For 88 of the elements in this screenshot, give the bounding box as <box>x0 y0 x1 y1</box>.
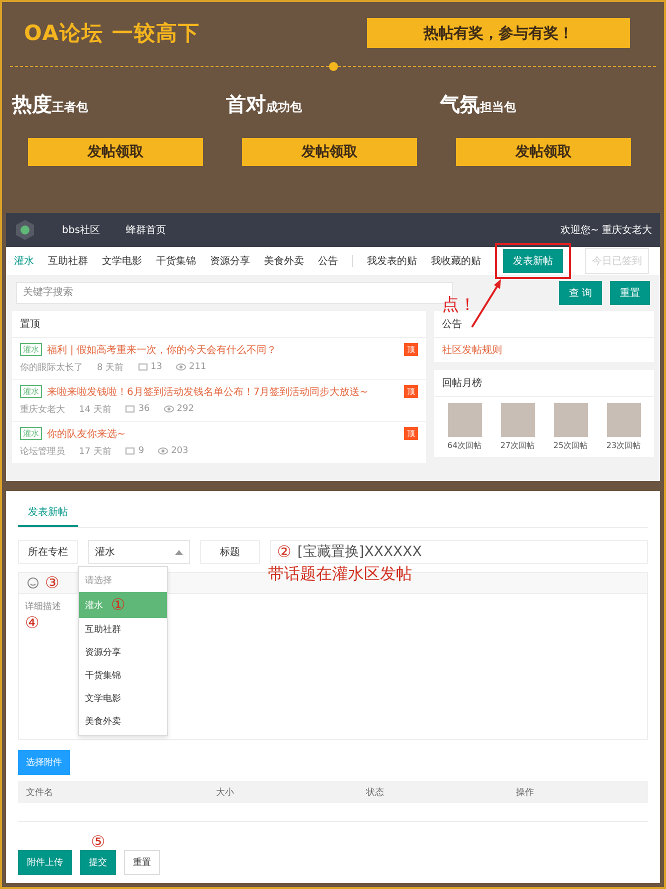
claim-button[interactable]: 发帖领取 <box>242 138 417 166</box>
column-header: 文件名 <box>26 786 54 798</box>
dropdown-option[interactable]: 互助社群 <box>79 618 167 641</box>
reply-count: 13 <box>150 362 162 372</box>
claim-button[interactable]: 发帖领取 <box>456 138 631 166</box>
post-time: 8 天前 <box>97 362 124 374</box>
comment-icon <box>138 363 148 372</box>
my-posts-link[interactable]: 我收藏的贴 <box>431 254 481 268</box>
reward-title: 热度王者包 <box>12 91 89 118</box>
post-author: 重庆女老大 <box>20 404 65 416</box>
step-mark: ④ <box>25 615 40 631</box>
post-title[interactable]: 你的队友你来选~ <box>47 426 126 441</box>
view-count: 211 <box>189 362 206 372</box>
field-label: 所在专栏 <box>18 540 78 564</box>
post-time: 17 天前 <box>79 446 112 458</box>
reply-count: 36 <box>138 404 150 414</box>
reply-count: 25次回帖 <box>553 440 588 451</box>
nav-link[interactable]: bbs社区 <box>62 222 100 237</box>
dropdown-option[interactable]: 干货集锦 <box>79 664 167 687</box>
pinned-badge: 顶 <box>404 427 418 440</box>
caret-icon <box>175 550 183 554</box>
eye-icon <box>158 447 168 456</box>
field-label: 标题 <box>200 540 260 564</box>
welcome-text: 欢迎您~ 重庆女老大 <box>560 224 652 237</box>
dropdown-option[interactable]: 美食外卖 <box>79 710 167 733</box>
category-select[interactable]: 灌水 <box>88 540 190 564</box>
reset-button[interactable]: 重置 <box>610 280 650 305</box>
nav-link[interactable]: 蜂群首页 <box>126 222 166 237</box>
dropdown-option[interactable]: 文学电影 <box>79 687 167 710</box>
step-mark: ② <box>277 544 292 560</box>
banner-title: OA论坛 一较高下 <box>24 20 200 47</box>
reply-count: 23次回帖 <box>606 440 641 451</box>
post-title[interactable]: 福利 | 假如高考重来一次，你的今天会有什么不同？ <box>47 342 277 357</box>
post-title[interactable]: 来啦来啦发钱啦！6月签到活动发钱名单公布！7月签到活动同步大放送~ <box>47 384 368 399</box>
my-posts-link[interactable]: 我发表的贴 <box>367 254 417 268</box>
description-placeholder: 详细描述 <box>25 600 61 613</box>
pinned-badge: 顶 <box>404 343 418 356</box>
photo-placeholder <box>500 402 534 437</box>
reward-title: 首对成功包 <box>226 91 303 118</box>
comment-icon <box>125 405 136 414</box>
view-count: 203 <box>171 446 188 456</box>
category-tab[interactable]: 互助社群 <box>48 254 88 268</box>
title-field[interactable]: ② [宝藏置换]XXXXXX <box>270 540 648 564</box>
category-tab[interactable]: 干货集锦 <box>156 254 196 268</box>
step-mark: ① <box>111 597 126 613</box>
new-post-button[interactable]: 发表新帖 <box>503 248 563 273</box>
column-header: 操作 <box>516 786 535 798</box>
dot-icon <box>328 62 338 71</box>
post-tag: 灌水 <box>20 427 42 440</box>
hexagon-logo-icon <box>14 218 36 241</box>
category-tab[interactable]: 文学电影 <box>102 254 142 268</box>
photo-placeholder <box>448 402 482 437</box>
view-count: 292 <box>176 404 194 414</box>
section-title: 置顶 <box>12 310 426 338</box>
section-title: 回帖月榜 <box>434 370 654 397</box>
slogan-banner: 热帖有奖，参与有奖！ <box>367 18 630 48</box>
form-button[interactable]: 提交 <box>80 850 116 875</box>
step-mark: ③ <box>45 575 60 591</box>
photo-placeholder <box>606 402 640 437</box>
step-mark: ⑤ <box>90 834 106 850</box>
column-header: 状态 <box>366 786 385 798</box>
reply-count: 64次回帖 <box>447 440 482 451</box>
category-tab[interactable]: 公告 <box>318 254 338 268</box>
post-author: 论坛管理员 <box>20 446 65 458</box>
category-tab[interactable]: 资源分享 <box>210 254 250 268</box>
form-tab[interactable]: 发表新帖 <box>18 499 78 527</box>
post-tag: 灌水 <box>20 385 42 398</box>
post-tag: 灌水 <box>20 343 42 356</box>
pinned-badge: 顶 <box>404 385 418 398</box>
category-tab[interactable]: 灌水 <box>14 254 34 268</box>
dropdown-option[interactable]: 资源分享 <box>79 641 167 664</box>
form-button[interactable]: 重置 <box>124 850 160 875</box>
eye-icon <box>164 405 174 414</box>
notice-link[interactable]: 社区发帖规则 <box>442 344 502 356</box>
category-tab[interactable]: 美食外卖 <box>264 254 304 268</box>
comment-icon <box>125 447 136 456</box>
claim-button[interactable]: 发帖领取 <box>28 138 203 166</box>
reward-title: 气氛担当包 <box>440 91 517 118</box>
post-author: 你的眼际太长了 <box>20 362 83 374</box>
post-time: 14 天前 <box>79 404 112 416</box>
column-header: 大小 <box>216 786 235 798</box>
reply-count: 27次回帖 <box>500 440 535 451</box>
smiley-icon[interactable] <box>27 577 39 589</box>
photo-placeholder <box>554 402 588 437</box>
reply-count: 9 <box>138 446 144 456</box>
form-button[interactable]: 附件上传 <box>18 850 72 875</box>
eye-icon <box>176 363 186 372</box>
search-button[interactable]: 查 询 <box>558 280 602 305</box>
